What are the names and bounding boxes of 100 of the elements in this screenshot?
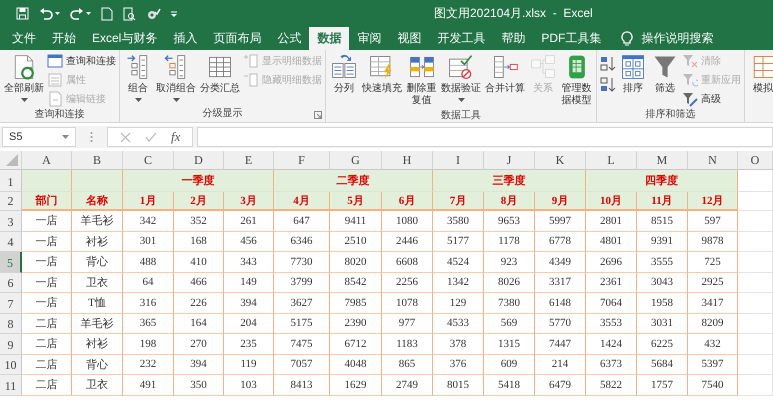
ribbon-button[interactable]: 分列	[329, 52, 359, 96]
caret-icon	[172, 98, 180, 102]
column-header[interactable]: M	[637, 151, 688, 170]
column-header[interactable]: G	[330, 151, 382, 170]
column-header[interactable]: F	[274, 151, 330, 170]
print-preview-button[interactable]	[121, 4, 138, 22]
ribbon-tab[interactable]: 视图	[389, 27, 430, 50]
row-header[interactable]: 1	[0, 170, 22, 192]
name-box[interactable]: S5	[2, 127, 76, 147]
table-cell: 5175	[274, 314, 330, 334]
table-cell: 7380	[484, 293, 535, 314]
ribbon-button[interactable]: 数据验证	[440, 52, 482, 103]
table-cell: 2256	[382, 272, 433, 293]
ribbon-button[interactable]: 取消组合	[155, 52, 197, 103]
ribbon-tab[interactable]: 页面布局	[205, 27, 270, 50]
ribbon-button[interactable]: 筛选	[650, 52, 680, 96]
row-header[interactable]: 11	[0, 375, 22, 396]
table-icon	[47, 53, 63, 69]
table-cell: 378	[433, 334, 484, 354]
formula-input[interactable]	[197, 127, 773, 147]
ribbon-tab[interactable]: 公式	[269, 27, 310, 50]
column-header[interactable]: B	[72, 151, 123, 170]
ribbon-tab[interactable]: 开始	[44, 27, 84, 50]
table-cell: 5177	[433, 232, 484, 252]
ribbon-button[interactable]: 管理数据模型	[560, 52, 593, 108]
table-cell: 二店	[22, 334, 72, 354]
column-header[interactable]: J	[484, 151, 535, 170]
ribbon-tab[interactable]: 插入	[165, 27, 206, 50]
table-cell: 一店	[22, 232, 72, 252]
table-cell: 103	[224, 375, 274, 396]
row-header[interactable]: 4	[0, 232, 22, 252]
table-cell: 3553	[586, 314, 637, 334]
column-header[interactable]: D	[174, 151, 224, 170]
table-cell: 350	[174, 375, 224, 396]
row-header[interactable]: 6	[0, 272, 22, 293]
ribbon-button[interactable]: 排序	[618, 52, 648, 96]
table-cell: 214	[535, 354, 586, 375]
column-header[interactable]: O	[738, 151, 773, 170]
column-header[interactable]: H	[382, 151, 433, 170]
ribbon-tab[interactable]: Excel与财务	[84, 27, 166, 50]
column-header[interactable]: N	[688, 151, 738, 170]
ribbon-button[interactable]: 组合	[123, 52, 153, 103]
table-cell: 365	[123, 314, 174, 334]
table-cell: 6712	[330, 334, 382, 354]
table-cell	[22, 170, 72, 192]
row-header[interactable]: 3	[0, 211, 22, 232]
table-header-cell: 12月	[688, 192, 738, 211]
ribbon-button[interactable]: 全部刷新	[3, 52, 45, 103]
save-button[interactable]	[14, 4, 31, 22]
ribbon-button[interactable]: 删除重复值	[405, 52, 438, 108]
ribbon-tab[interactable]: 文件	[4, 27, 44, 50]
undo-icon	[39, 7, 53, 20]
column-header[interactable]: I	[433, 151, 484, 170]
table-cell: 2749	[382, 375, 433, 396]
column-header[interactable]: K	[535, 151, 586, 170]
ribbon-button[interactable]: 分类汇总	[199, 52, 241, 96]
column-header[interactable]: C	[123, 151, 174, 170]
tell-me-search[interactable]: 操作说明搜索	[609, 27, 714, 50]
ribbon-button[interactable]: 合并计算	[484, 52, 526, 96]
table-cell: 2390	[330, 314, 382, 334]
row-header[interactable]: 2	[0, 192, 22, 211]
table-cell: 4349	[535, 252, 586, 272]
table-cell: 9391	[637, 232, 688, 252]
document-icon	[101, 6, 113, 20]
ribbon-tab[interactable]: 数据	[309, 27, 350, 50]
table-cell: 一店	[22, 211, 72, 232]
sort-icon	[619, 53, 647, 81]
table-cell: 6608	[382, 252, 433, 272]
ribbon-tab[interactable]: 开发工具	[429, 27, 494, 50]
table-cell: 923	[484, 252, 535, 272]
ribbon-tab[interactable]: 审阅	[349, 27, 390, 50]
table-header-cell: 10月	[586, 192, 637, 211]
column-header[interactable]: A	[22, 151, 72, 170]
sort-descending-button[interactable]	[600, 77, 616, 93]
table-header-cell: 四季度	[586, 170, 738, 192]
table-cell	[738, 314, 773, 334]
gear-check-icon	[146, 6, 161, 20]
table-cell: 3043	[637, 272, 688, 293]
new-document-button[interactable]	[99, 4, 115, 22]
row-header[interactable]: 8	[0, 314, 22, 334]
table-cell	[738, 272, 773, 293]
ribbon-tab[interactable]: 帮助	[493, 27, 534, 50]
dialog-launcher-icon	[314, 111, 322, 119]
table-cell: 466	[174, 272, 224, 293]
row-header[interactable]: 9	[0, 334, 22, 354]
sort-ascending-button[interactable]	[600, 56, 616, 72]
row-header[interactable]: 10	[0, 354, 22, 375]
row-header[interactable]: 5	[0, 252, 22, 272]
ribbon-tab[interactable]: PDF工具集	[533, 27, 610, 50]
ribbon-button[interactable]: 模拟	[748, 52, 773, 96]
column-header[interactable]: L	[586, 151, 637, 170]
table-cell: 8015	[433, 375, 484, 396]
table-cell: 491	[123, 375, 174, 396]
table-cell: 343	[224, 252, 274, 272]
column-header[interactable]: E	[224, 151, 274, 170]
row-header[interactable]: 7	[0, 293, 22, 314]
ribbon-button[interactable]: 快速填充	[361, 52, 403, 96]
insert-function-button[interactable]: fx	[171, 129, 180, 145]
ribbon-button[interactable]: 查询和连接	[47, 53, 116, 69]
ribbon-button[interactable]: 高级	[682, 91, 741, 107]
